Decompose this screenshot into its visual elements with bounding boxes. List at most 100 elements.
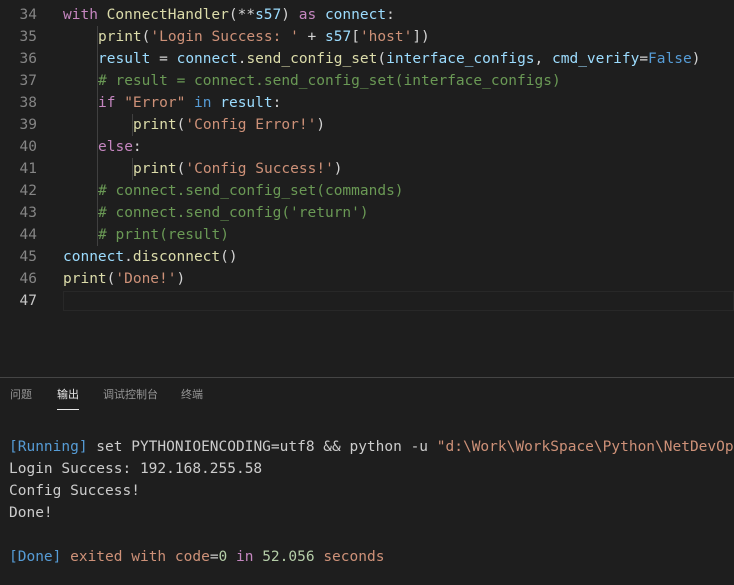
output-line: Done! [9, 502, 53, 524]
code-token: connect [324, 7, 387, 23]
line-number: 36 [19, 51, 37, 67]
output-segment: Login Success: 192.168.255.58 [9, 461, 263, 477]
code-line[interactable]: 38 if "Error" in result: [0, 92, 734, 114]
output-line: [Done] exited with code=0 in 52.056 seco… [9, 546, 384, 568]
code-token: ConnectHandler [106, 7, 229, 23]
code-token: : [132, 139, 142, 155]
code-text: with ConnectHandler(**s57) as connect: [63, 4, 395, 26]
line-number: 42 [19, 183, 37, 199]
code-token: result [220, 95, 273, 111]
code-token: cmd_verify [552, 51, 640, 67]
output-panel: 问题 输出 调试控制台 终端 [Running] set PYTHONIOENC… [0, 377, 734, 585]
code-token: False [648, 51, 692, 67]
code-token: + [298, 29, 325, 45]
code-token: interface_configs [386, 51, 535, 67]
code-line[interactable]: 41 print('Config Success!') [0, 158, 734, 180]
code-line[interactable]: 40 else: [0, 136, 734, 158]
output-segment: Config Success! [9, 483, 140, 499]
code-token: 'Config Error!' [185, 117, 317, 133]
output-line: Login Success: 192.168.255.58 [9, 458, 262, 480]
output-segment: = [209, 549, 219, 565]
panel-tab-bar: 问题 输出 调试控制台 终端 [0, 378, 734, 412]
code-token: # print(result) [98, 227, 229, 243]
output-segment: 0 [218, 549, 228, 565]
code-token: ( [377, 51, 387, 67]
line-number: 38 [19, 95, 37, 111]
line-number: 35 [19, 29, 37, 45]
code-token: connect [176, 51, 238, 67]
code-token: (** [228, 7, 256, 23]
code-token: () [220, 249, 238, 265]
code-line[interactable]: 43 # connect.send_config('return') [0, 202, 734, 224]
code-token: send_config_set [246, 51, 378, 67]
code-token: [ [351, 29, 360, 45]
code-token: 'Config Success!' [185, 161, 334, 177]
code-token: ) [281, 7, 299, 23]
code-token: print [133, 117, 177, 133]
tab-output[interactable]: 输出 [57, 387, 79, 410]
output-segment: seconds [314, 549, 385, 565]
code-token: , [534, 51, 552, 67]
code-token: "Error" [124, 95, 186, 111]
code-token: connect [63, 249, 125, 265]
line-number: 45 [19, 249, 37, 265]
tab-problems[interactable]: 问题 [10, 387, 32, 409]
output-segment: set PYTHONIOENCODING=utf8 && python -u [87, 439, 437, 455]
output-line: Config Success! [9, 480, 140, 502]
code-line[interactable]: 36 result = connect.send_config_set(inter… [0, 48, 734, 70]
code-token: # connect.send_config_set(commands) [98, 183, 404, 199]
code-text: # result = connect.send_config_set(inter… [98, 70, 561, 92]
code-line[interactable]: 34 with ConnectHandler(**s57) as connect: [0, 4, 734, 26]
line-number: 43 [19, 205, 37, 221]
code-text: else: [98, 136, 142, 158]
code-token: s57 [255, 7, 282, 23]
code-text: print('Done!') [63, 268, 185, 290]
code-token: ) [691, 51, 701, 67]
code-text: print('Config Success!') [133, 158, 343, 180]
code-token: = [639, 51, 649, 67]
code-token: ) [176, 271, 186, 287]
code-editor[interactable]: 34 with ConnectHandler(**s57) as connect:… [0, 0, 734, 377]
code-line[interactable]: 44 # print(result) [0, 224, 734, 246]
code-token: print [133, 161, 177, 177]
code-token: ) [316, 117, 326, 133]
code-text: connect.disconnect() [63, 246, 238, 268]
line-number: 39 [19, 117, 37, 133]
code-token: 'host' [359, 29, 413, 45]
code-text: # connect.send_config_set(commands) [98, 180, 404, 202]
tab-debug-console[interactable]: 调试控制台 [103, 387, 158, 409]
code-token: if [98, 95, 125, 111]
code-token: . [124, 249, 133, 265]
code-token: else [98, 139, 133, 155]
line-number: 41 [19, 161, 37, 177]
tab-terminal[interactable]: 终端 [181, 387, 203, 409]
output-segment: 52.056 [262, 549, 315, 565]
code-token: 'Login Success: ' [150, 29, 299, 45]
code-token: disconnect [132, 249, 221, 265]
code-text: if "Error" in result: [98, 92, 281, 114]
output-segment: "d:\Work\WorkSpace\Python\NetDevOps [436, 439, 734, 455]
code-text: result = connect.send_config_set(interfa… [98, 48, 700, 70]
code-token: as [298, 7, 325, 23]
code-text: print('Login Success: ' + s57['host']) [98, 26, 430, 48]
line-number: 47 [19, 293, 37, 309]
code-token: print [98, 29, 142, 45]
code-line[interactable]: 37 # result = connect.send_config_set(int… [0, 70, 734, 92]
code-line[interactable]: 35 print('Login Success: ' + s57['host']) [0, 26, 734, 48]
code-token: ) [333, 161, 343, 177]
output-segment: [Running] [9, 439, 88, 455]
code-text: # connect.send_config('return') [98, 202, 369, 224]
line-number: 46 [19, 271, 37, 287]
code-token: : [272, 95, 282, 111]
code-token: ]) [412, 29, 430, 45]
code-line[interactable]: 46 print('Done!') [0, 268, 734, 290]
code-line[interactable]: 42 # connect.send_config_set(commands) [0, 180, 734, 202]
output-segment: in [227, 549, 263, 565]
code-line[interactable]: 39 print('Config Error!') [0, 114, 734, 136]
line-number: 40 [19, 139, 37, 155]
line-number: 34 [19, 7, 37, 23]
code-token: # result = connect.send_config_set(inter… [98, 73, 561, 89]
code-line[interactable]: 45 connect.disconnect() [0, 246, 734, 268]
output-segment: code [174, 549, 210, 565]
code-line[interactable]: 47 [0, 290, 734, 312]
